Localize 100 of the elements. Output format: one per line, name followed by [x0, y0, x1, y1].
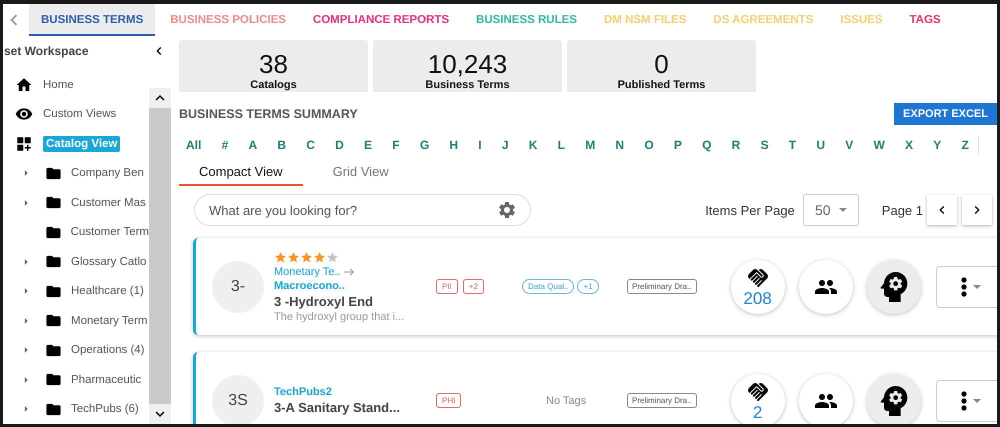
- letter-filter[interactable]: T: [788, 136, 798, 154]
- grid-icon: [15, 134, 33, 153]
- letter-filter[interactable]: C: [305, 136, 316, 154]
- more-vertical-icon: [960, 390, 967, 410]
- initials-avatar: 3S: [212, 374, 264, 424]
- term-description: The hydroxyl group that i...: [274, 310, 406, 322]
- letter-filter[interactable]: O: [643, 136, 655, 154]
- classification-tag: +2: [462, 279, 484, 294]
- tree-item[interactable]: Customer Mas: [71, 196, 146, 209]
- initials-avatar: 3-: [212, 260, 264, 312]
- star-icon: [300, 250, 313, 264]
- letter-filter[interactable]: X: [904, 136, 914, 154]
- tree-item[interactable]: Pharmaceutic: [71, 374, 142, 386]
- letter-filter[interactable]: Y: [932, 136, 942, 154]
- letter-filter[interactable]: J: [500, 136, 510, 154]
- relations-button[interactable]: 2: [730, 374, 785, 424]
- head-gears-button[interactable]: [866, 374, 921, 424]
- parent-link[interactable]: Monetary Te..: [274, 266, 340, 278]
- tree-item[interactable]: Customer Term: [70, 226, 149, 238]
- letter-filter[interactable]: All: [185, 136, 202, 154]
- stat-label: Published Terms: [618, 79, 706, 91]
- star-icon: [287, 250, 300, 264]
- letter-filter[interactable]: E: [363, 136, 374, 154]
- tree-item[interactable]: Glossary Catlo: [71, 256, 146, 268]
- tree-item[interactable]: Monetary Term: [71, 314, 148, 327]
- caret-icon: [838, 208, 847, 212]
- tree-item[interactable]: Healthcare (1): [71, 285, 144, 298]
- search-field[interactable]: What are you looking for?: [194, 194, 531, 226]
- letter-filter[interactable]: N: [614, 136, 626, 154]
- nav-tab[interactable]: TAGS: [897, 4, 953, 36]
- view-tab[interactable]: Compact View: [179, 160, 303, 186]
- letter-filter[interactable]: D: [334, 136, 345, 154]
- home-icon: [15, 76, 33, 94]
- sidebar-item[interactable]: Custom Views: [43, 108, 116, 120]
- more-menu-button[interactable]: [936, 266, 997, 308]
- letter-filter[interactable]: V: [844, 136, 854, 154]
- status-tag: Preliminary Dra..: [627, 279, 697, 294]
- tree-item[interactable]: Company Ben: [71, 167, 144, 180]
- caret-icon: [972, 284, 981, 288]
- people-button[interactable]: [798, 260, 853, 314]
- sidebar-item[interactable]: Catalog View: [43, 136, 120, 152]
- page-label: Page 1: [882, 202, 923, 218]
- classification-tag: PII: [436, 279, 458, 294]
- letter-filter[interactable]: Z: [960, 136, 970, 154]
- stat-label: Catalogs: [250, 79, 297, 91]
- letter-filter[interactable]: L: [556, 136, 566, 154]
- star-icon: [313, 250, 326, 264]
- export-button[interactable]: EXPORT EXCEL: [894, 103, 997, 125]
- letter-filter[interactable]: A: [247, 136, 258, 154]
- letter-filter[interactable]: W: [872, 136, 886, 154]
- people-button[interactable]: [798, 374, 853, 424]
- classification-tag: PHI: [436, 393, 462, 408]
- per-page-select[interactable]: 50: [802, 194, 859, 226]
- letter-filter[interactable]: U: [815, 136, 826, 154]
- head-gears-button[interactable]: [866, 260, 921, 314]
- nav-tab[interactable]: BUSINESS TERMS: [29, 4, 156, 36]
- view-tab[interactable]: Grid View: [312, 160, 409, 186]
- tag-chip: +1: [577, 279, 599, 294]
- letter-filter[interactable]: Q: [701, 136, 712, 154]
- handshake-icon: [746, 266, 770, 290]
- letter-filter[interactable]: G: [418, 136, 430, 154]
- nav-tab[interactable]: COMPLIANCE REPORTS: [300, 4, 462, 36]
- term-title[interactable]: 3 -Hydroxyl End: [274, 294, 424, 308]
- stat-label: Business Terms: [425, 79, 510, 91]
- term-card[interactable]: 3- Monetary Te.. Macroecono.. 3 -Hydroxyl End The hydroxyl group that i... PII +2 Data Qual.. +1 Preliminary Dra.. 208: [193, 238, 997, 335]
- status-tag: Preliminary Dra..: [627, 393, 697, 408]
- term-title[interactable]: 3-A Sanitary Stand...: [274, 400, 424, 415]
- workspace-title: set Workspace: [4, 44, 88, 58]
- nav-tab[interactable]: BUSINESS RULES: [464, 4, 589, 36]
- star-icon: [274, 250, 287, 264]
- letter-filter[interactable]: P: [672, 136, 683, 154]
- tag-chip: Data Qual..: [522, 279, 574, 294]
- letter-filter[interactable]: B: [276, 136, 288, 154]
- handshake-icon: [746, 380, 770, 404]
- sidebar-item[interactable]: Home: [43, 78, 74, 91]
- stat-value: 10,243: [428, 49, 508, 79]
- stat-value: 0: [654, 49, 669, 79]
- letter-filter[interactable]: I: [477, 136, 483, 154]
- more-menu-button[interactable]: [936, 380, 997, 422]
- relations-button[interactable]: 208: [730, 260, 785, 314]
- letter-filter[interactable]: K: [528, 136, 538, 154]
- letter-filter[interactable]: R: [730, 136, 742, 154]
- catalog-link[interactable]: TechPubs2: [274, 386, 424, 398]
- tree-item[interactable]: TechPubs (6): [71, 403, 139, 416]
- letter-filter[interactable]: #: [220, 136, 230, 154]
- nav-tab[interactable]: BUSINESS POLICIES: [158, 4, 298, 36]
- letter-filter[interactable]: S: [760, 136, 770, 154]
- catalog-link[interactable]: Macroecono..: [274, 280, 424, 292]
- letter-filter[interactable]: H: [448, 136, 460, 154]
- term-card[interactable]: 3S TechPubs2 3-A Sanitary Stand... PHI No Tags Preliminary Dra.. 2: [193, 352, 997, 424]
- no-tags-text: No Tags: [546, 394, 586, 406]
- caret-icon: [972, 398, 981, 402]
- star-icon: [326, 250, 339, 264]
- letter-filter[interactable]: F: [391, 136, 401, 154]
- scrollbar[interactable]: [149, 88, 171, 424]
- letter-filter[interactable]: M: [584, 136, 596, 154]
- settings-icon[interactable]: [497, 200, 517, 220]
- tree-item[interactable]: Operations (4): [71, 344, 145, 356]
- more-vertical-icon: [960, 276, 967, 296]
- summary-title: BUSINESS TERMS SUMMARY: [179, 107, 358, 121]
